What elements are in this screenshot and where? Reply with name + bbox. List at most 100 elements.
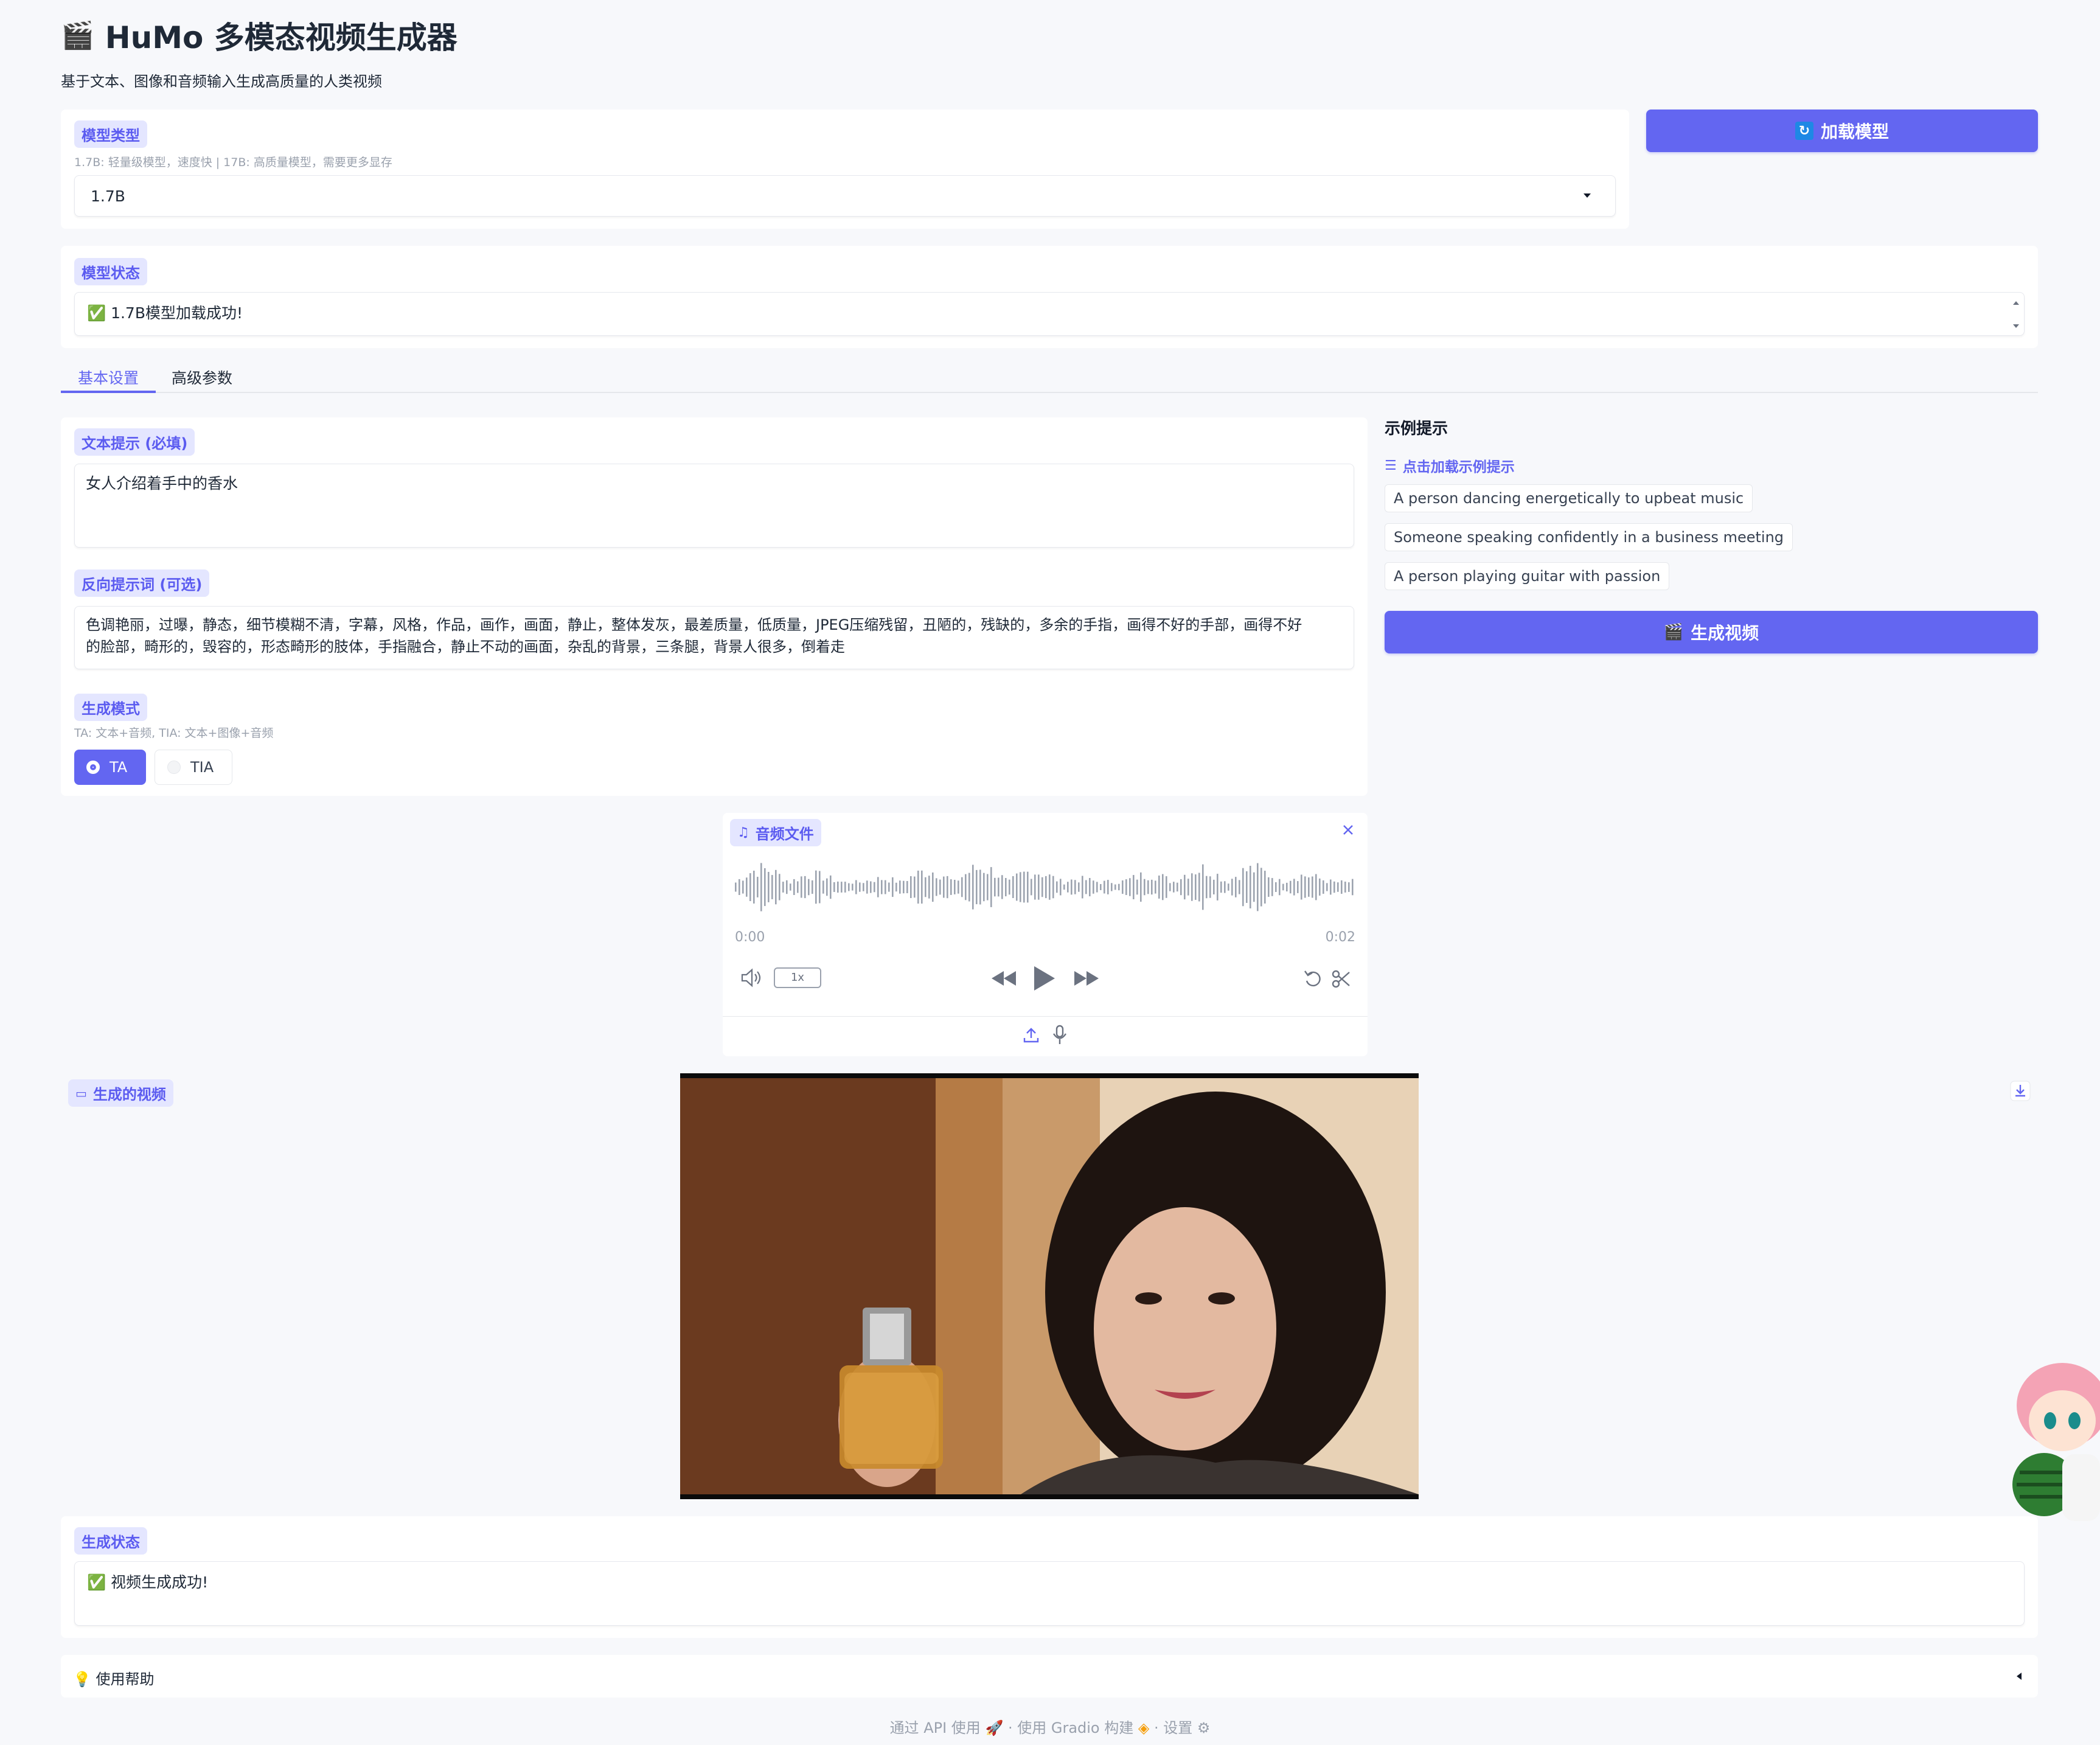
waveform-bar: [746, 877, 748, 897]
caret-down-icon: [1584, 193, 1591, 198]
scissors-icon[interactable]: [1331, 969, 1352, 989]
footer-settings-link[interactable]: 设置: [1163, 1719, 1192, 1736]
waveform-bar: [819, 871, 821, 904]
waveform-bar: [1118, 883, 1120, 891]
download-icon[interactable]: [2010, 1081, 2031, 1101]
example-item[interactable]: Someone speaking confidently in a busine…: [1385, 523, 1793, 551]
rewind-icon[interactable]: [990, 970, 1017, 987]
play-icon[interactable]: [1032, 965, 1056, 992]
load-model-button[interactable]: ↻ 加载模型: [1646, 110, 2038, 152]
waveform-bar: [852, 883, 854, 891]
waveform-bar: [1129, 878, 1131, 896]
waveform-bar: [1085, 880, 1087, 894]
waveform-bar: [1301, 874, 1302, 900]
example-item[interactable]: A person playing guitar with passion: [1385, 562, 1670, 590]
waveform-bar: [1147, 880, 1149, 894]
generation-status-block: 生成状态 ✅ 视频生成成功!: [61, 1516, 2038, 1638]
help-label: 💡 使用帮助: [73, 1671, 155, 1688]
waveform-bar: [1162, 874, 1164, 900]
waveform-bar: [1250, 866, 1251, 908]
audio-component: ♫ 音频文件 0:00 0:02 1x: [723, 813, 1368, 1056]
waveform-bar: [1184, 874, 1186, 900]
playback-speed-button[interactable]: 1x: [774, 967, 821, 988]
refresh-icon: ↻: [1795, 122, 1813, 140]
waveform-bar: [1067, 882, 1069, 893]
waveform-bar: [749, 873, 751, 901]
waveform-bar: [1206, 876, 1208, 899]
fast-forward-icon[interactable]: [1073, 970, 1100, 987]
scroll-arrows-icon[interactable]: [2012, 298, 2020, 332]
volume-icon[interactable]: [740, 967, 764, 988]
waveform-bar: [859, 882, 861, 892]
generate-video-button[interactable]: 🎬 生成视频: [1385, 611, 2038, 653]
waveform-bar: [1202, 864, 1204, 910]
audio-waveform[interactable]: [735, 857, 1355, 918]
generation-mode-info: TA: 文本+音频, TIA: 文本+图像+音频: [74, 726, 274, 740]
waveform-bar: [1166, 876, 1167, 898]
waveform-bar: [1239, 880, 1240, 894]
close-icon[interactable]: [1341, 823, 1355, 837]
radio-option-tia[interactable]: TIA: [155, 750, 232, 785]
waveform-bar: [1198, 872, 1200, 902]
negative-prompt-input[interactable]: 色调艳丽，过曝，静态，细节模糊不清，字幕，风格，作品，画作，画面，静止，整体发灰…: [74, 606, 1354, 669]
waveform-bar: [903, 880, 905, 894]
waveform-bar: [771, 875, 773, 899]
footer-separator: ·: [1007, 1719, 1013, 1736]
example-item[interactable]: A person dancing energetically to upbeat…: [1385, 484, 1753, 512]
waveform-bar: [1235, 877, 1237, 897]
waveform-bar: [1352, 879, 1354, 896]
model-status-value: ✅ 1.7B模型加载成功!: [87, 304, 243, 322]
app-title-text: HuMo 多模态视频生成器: [105, 20, 457, 55]
waveform-bar: [1012, 876, 1014, 898]
waveform-bar: [874, 882, 875, 893]
tab-advanced-params[interactable]: 高级参数: [172, 366, 232, 388]
tab-basic-settings[interactable]: 基本设置: [78, 366, 139, 388]
waveform-bar: [841, 882, 843, 893]
waveform-bar: [987, 874, 989, 900]
audio-time-start: 0:00: [735, 930, 765, 945]
footer-built-link[interactable]: 使用 Gradio 构建: [1017, 1719, 1133, 1736]
upload-icon[interactable]: [1022, 1026, 1040, 1044]
clapper-icon: 🎬: [1663, 623, 1684, 641]
help-accordion[interactable]: 💡 使用帮助: [61, 1655, 2038, 1698]
waveform-bar: [1074, 880, 1076, 894]
model-type-dropdown[interactable]: 1.7B: [74, 175, 1616, 217]
waveform-bar: [1220, 881, 1222, 893]
waveform-bar: [775, 869, 777, 905]
text-prompt-label: 文本提示 (必填): [74, 428, 195, 456]
text-prompt-input[interactable]: 女人介绍着手中的香水: [74, 464, 1354, 548]
waveform-bar: [1063, 884, 1065, 890]
waveform-bar: [735, 882, 737, 892]
waveform-bar: [1304, 876, 1306, 898]
waveform-bar: [1228, 883, 1229, 891]
undo-icon[interactable]: [1303, 969, 1324, 989]
waveform-bar: [742, 880, 744, 894]
waveform-bar: [1231, 879, 1233, 896]
waveform-bar: [1041, 877, 1043, 897]
list-icon: ☰: [1385, 458, 1397, 473]
waveform-bar: [826, 878, 828, 896]
waveform-bar: [1286, 882, 1288, 892]
examples-title: 示例提示: [1385, 420, 1448, 438]
model-type-info: 1.7B: 轻量级模型，速度快 | 17B: 高质量模型，需要更多显存: [74, 156, 392, 169]
negative-prompt-line-1: 色调艳丽，过曝，静态，细节模糊不清，字幕，风格，作品，画作，画面，静止，整体发灰…: [86, 616, 1302, 633]
radio-unselected-icon: [167, 761, 181, 774]
waveform-bar: [1107, 880, 1109, 894]
waveform-bar: [779, 874, 781, 900]
radio-option-ta[interactable]: TA: [74, 750, 146, 785]
waveform-bar: [1187, 879, 1189, 896]
generate-video-label: 生成视频: [1691, 623, 1759, 643]
gradio-logo-icon: ◈: [1138, 1719, 1154, 1736]
waveform-bar: [1268, 877, 1270, 897]
video-player[interactable]: [680, 1073, 1419, 1499]
waveform-bar: [994, 877, 996, 897]
waveform-bar: [1100, 884, 1102, 890]
waveform-bar: [1078, 882, 1080, 892]
waveform-bar: [932, 872, 934, 902]
generation-status-value: ✅ 视频生成成功!: [87, 1573, 209, 1591]
waveform-bar: [1001, 875, 1003, 899]
microphone-icon[interactable]: [1051, 1025, 1068, 1045]
waveform-bar: [1082, 876, 1083, 899]
waveform-bar: [1330, 879, 1332, 895]
footer-api-link[interactable]: 通过 API 使用: [890, 1719, 981, 1736]
